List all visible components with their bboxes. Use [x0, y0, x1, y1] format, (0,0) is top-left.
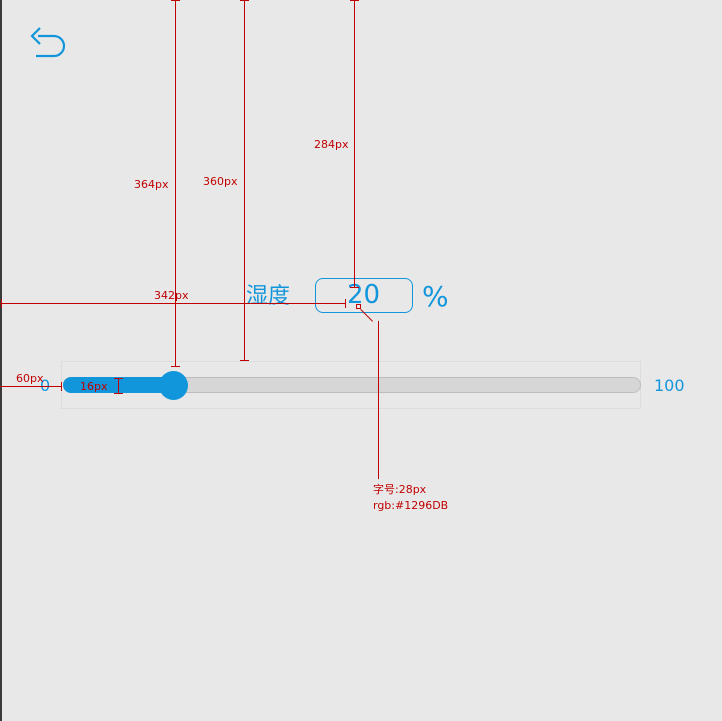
back-arrow-icon[interactable] — [28, 22, 70, 58]
measure-cap — [171, 0, 180, 1]
humidity-value: 20 — [347, 280, 381, 310]
measure-cap — [1, 299, 2, 308]
measure-cap — [350, 287, 359, 288]
measure-cap — [171, 366, 180, 367]
measure-cap — [61, 382, 62, 391]
humidity-label: 湿度 — [246, 284, 291, 309]
measure-label-342: 342px — [154, 289, 189, 302]
measure-line-342 — [0, 303, 346, 304]
measure-cap — [345, 299, 346, 308]
callout-line — [378, 321, 379, 479]
measure-line-360 — [244, 0, 245, 361]
measure-label-364: 364px — [134, 178, 169, 191]
measure-line-60 — [0, 386, 62, 387]
measure-line-364 — [175, 0, 176, 367]
color-note: rgb:#1296DB — [373, 499, 449, 512]
measure-label-284: 284px — [314, 138, 349, 151]
font-size-note: 字号:28px — [373, 483, 427, 496]
measure-label-360: 360px — [203, 175, 238, 188]
measure-line-16 — [118, 378, 119, 394]
measure-cap — [240, 0, 249, 1]
percent-unit: % — [422, 280, 449, 313]
slider-thumb[interactable] — [159, 371, 188, 400]
measure-cap — [240, 360, 249, 361]
measure-cap — [114, 393, 123, 394]
measure-line-284 — [354, 0, 355, 288]
left-edge-bar — [0, 0, 2, 721]
measure-cap — [350, 0, 359, 1]
measure-label-60: 60px — [16, 372, 44, 385]
measure-cap — [114, 378, 123, 379]
measure-label-16: 16px — [80, 380, 108, 393]
slider-max-label: 100 — [654, 376, 685, 395]
humidity-value-field[interactable]: 20 — [315, 278, 413, 313]
